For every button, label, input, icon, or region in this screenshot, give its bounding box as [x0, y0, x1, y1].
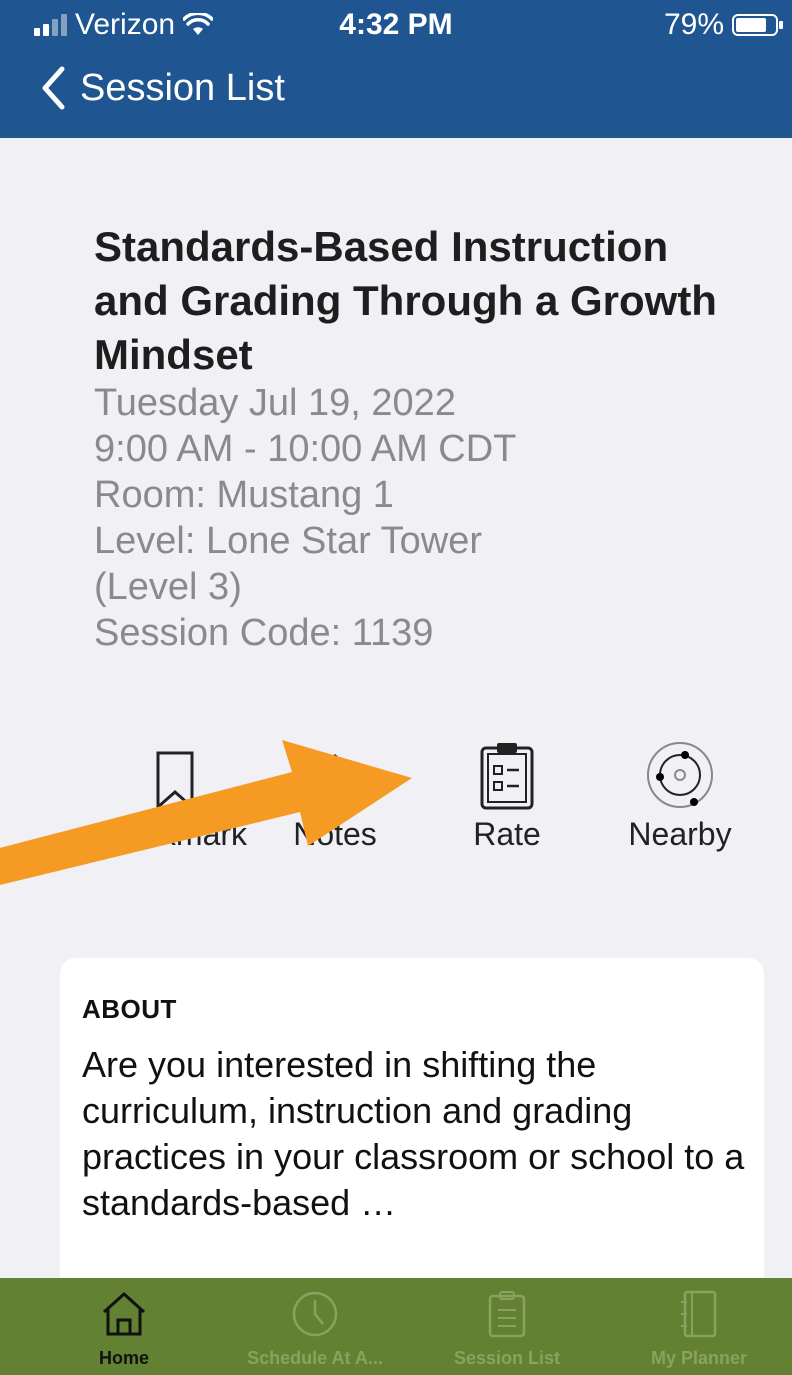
battery-percent: 79%: [663, 8, 724, 41]
notes-icon: [309, 753, 360, 810]
session-details: Tuesday Jul 19, 2022 9:00 AM - 10:00 AM …: [94, 380, 754, 656]
about-card: ABOUT Are you interested in shifting the…: [60, 958, 764, 1298]
tab-home[interactable]: Home: [29, 1286, 219, 1369]
session-title: Standards-Based Instruction and Grading …: [94, 223, 717, 378]
clock-icon: [292, 1291, 338, 1337]
back-label: Session List: [80, 66, 285, 109]
session-time: 9:00 AM - 10:00 AM CDT: [94, 428, 517, 470]
battery-icon: [732, 14, 783, 36]
clipboard-icon: [488, 1291, 526, 1338]
rate-label: Rate: [473, 816, 541, 852]
nearby-icon: [647, 742, 713, 808]
status-bar: Verizon 4:32 PM 79%: [0, 0, 792, 54]
clipboard-icon: [480, 743, 534, 810]
action-row: Bookmark Notes Rate Nearby: [0, 730, 792, 890]
notebook-icon: [681, 1290, 717, 1338]
tab-home-label: Home: [98, 1348, 149, 1368]
tab-bar: Home Schedule At A... Session List My Pl…: [0, 1278, 792, 1375]
bookmark-icon: [156, 751, 194, 810]
tab-session-list[interactable]: Session List: [412, 1286, 602, 1369]
notes-label: Notes: [293, 816, 377, 852]
navigation-bar: Session List: [0, 54, 792, 138]
home-icon: [102, 1291, 146, 1336]
rate-button[interactable]: Rate: [422, 730, 592, 853]
session-room: Room: Mustang 1: [94, 474, 394, 516]
status-right: 79%: [663, 8, 783, 42]
notes-button[interactable]: Notes: [250, 730, 420, 853]
tab-schedule-label: Schedule At A...: [247, 1348, 383, 1368]
back-button[interactable]: Session List: [40, 66, 285, 110]
tab-session-list-label: Session List: [453, 1348, 561, 1368]
nearby-button[interactable]: Nearby: [595, 730, 765, 853]
nearby-label: Nearby: [628, 816, 732, 852]
session-date: Tuesday Jul 19, 2022: [94, 382, 456, 424]
about-heading: ABOUT: [82, 994, 177, 1024]
tab-my-planner[interactable]: My Planner: [604, 1286, 792, 1369]
tab-my-planner-label: My Planner: [650, 1348, 748, 1368]
session-code: Session Code: 1139: [94, 612, 434, 654]
session-level: Level: Lone Star Tower (Level 3): [94, 520, 482, 608]
tab-schedule[interactable]: Schedule At A...: [220, 1286, 410, 1369]
about-text[interactable]: Are you interested in shifting the curri…: [82, 1042, 752, 1226]
bookmark-label: Bookmark: [102, 816, 248, 852]
chevron-left-icon: [42, 66, 65, 110]
bookmark-button[interactable]: Bookmark: [90, 730, 260, 853]
